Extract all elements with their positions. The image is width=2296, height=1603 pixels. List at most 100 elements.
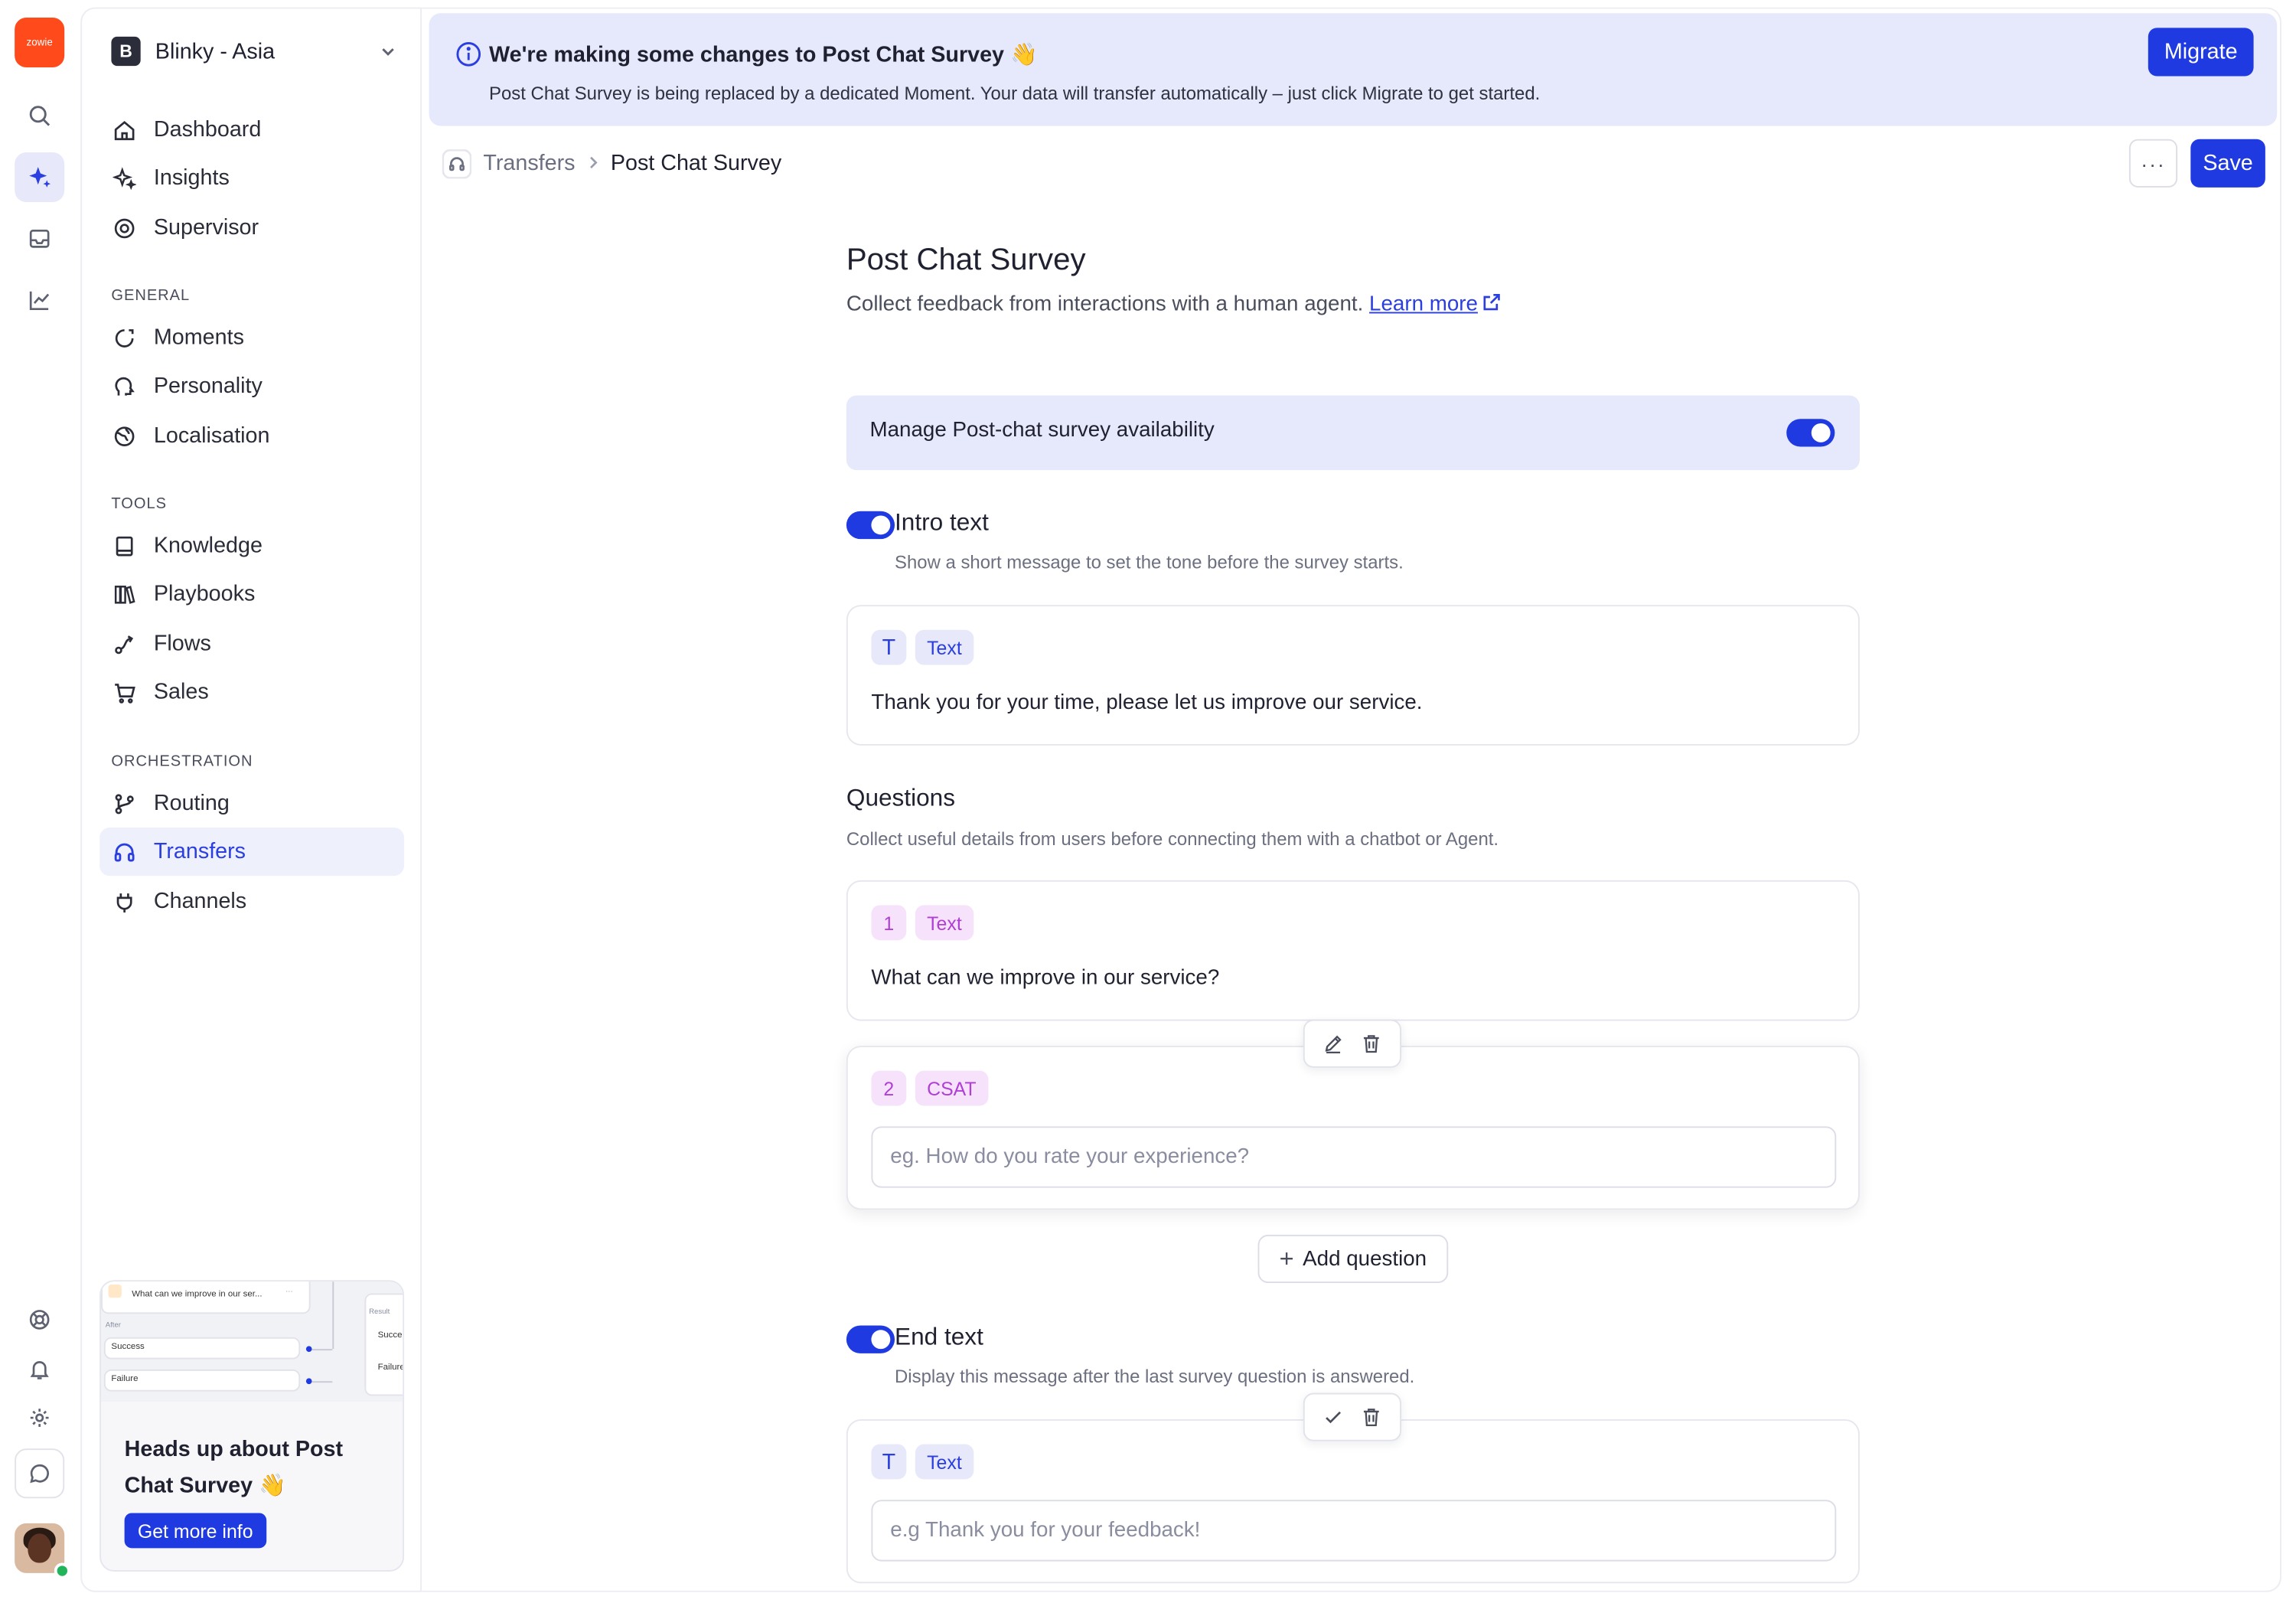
book-icon [116,535,133,556]
migration-banner: We're making some changes to Post Chat S… [429,13,2278,126]
main-panel: We're making some changes to Post Chat S… [422,7,2281,1592]
learn-more-link[interactable]: Learn more [1369,293,1478,317]
bell-icon[interactable] [15,1344,64,1394]
preview-failure: Failure [111,1375,139,1385]
promo-preview-image: What can we improve in our ser... ··· Af… [101,1281,405,1402]
chat-icon[interactable] [15,1448,65,1499]
trash-icon[interactable] [1361,1033,1383,1055]
intro-message: Thank you for your time, please let us i… [871,691,1423,715]
intro-text-card[interactable]: T Text Thank you for your time, please l… [846,605,1860,746]
sidebar-item-label: Supervisor [153,215,259,240]
check-icon[interactable] [1322,1406,1344,1428]
question-number: 2 [871,1070,907,1106]
end-text-card[interactable]: T Text e.g Thank you for your feedback! [846,1419,1860,1584]
save-button[interactable]: Save [2190,139,2265,188]
availability-toggle[interactable] [1786,419,1835,447]
sidebar-item-label: Knowledge [153,533,263,558]
text-type-icon: T [871,1444,907,1480]
question-card[interactable]: 2 CSAT eg. How do you rate your experien… [846,1046,1860,1210]
inbox-icon[interactable] [15,214,64,263]
preview-failu: Failure [377,1363,405,1373]
section-general-label: GENERAL [111,287,191,305]
section-orchestration-label: ORCHESTRATION [111,753,253,771]
pencil-icon[interactable] [1322,1033,1344,1055]
user-avatar[interactable] [15,1523,70,1579]
questions-title: Questions [846,785,956,811]
breadcrumb-parent[interactable]: Transfers [483,151,575,176]
sidebar-item-label: Routing [153,791,230,816]
info-icon [456,42,481,67]
add-question-button[interactable]: + Add question [1257,1234,1449,1284]
workspace-switcher[interactable]: B Blinky - Asia [111,34,398,69]
end-text-toolbar [1303,1392,1402,1441]
preview-success: Success [111,1343,145,1352]
preview-succe: Succe [377,1331,403,1340]
end-text-input[interactable]: e.g Thank you for your feedback! [871,1500,1837,1562]
intro-text-toggle[interactable] [846,511,895,540]
search-icon[interactable] [15,91,64,141]
workspace-name: Blinky - Asia [155,38,276,64]
sidebar-item-dashboard[interactable]: Dashboard [99,106,404,154]
question-type-tag: Text [915,905,974,941]
analytics-icon[interactable] [15,276,64,325]
trash-icon[interactable] [1361,1406,1383,1428]
sidebar-item-channels[interactable]: Channels [99,877,404,926]
migrate-button[interactable]: Migrate [2148,28,2254,77]
sidebar-item-moments[interactable]: Moments [99,313,404,361]
sidebar-item-label: Playbooks [153,581,256,607]
sidebar-item-label: Dashboard [153,117,262,142]
questions-subtitle: Collect useful details from users before… [846,828,1499,850]
availability-label: Manage Post-chat survey availability [869,419,1215,442]
headset-icon [114,842,135,861]
sidebar-item-insights[interactable]: Insights [99,154,404,202]
external-link-icon[interactable] [1482,293,1502,312]
playbooks-icon [114,585,135,603]
preview-question: What can we improve in our ser... [132,1290,263,1300]
chevron-down-icon [382,48,394,56]
workspace-initial: B [111,36,141,67]
sidebar-item-flows[interactable]: Flows [99,619,404,668]
zowie-logo[interactable]: zowie [15,17,65,68]
sidebar-item-supervisor[interactable]: Supervisor [99,204,404,252]
sidebar-item-label: Localisation [153,423,270,449]
end-text-subtitle: Display this message after the last surv… [895,1366,1415,1387]
intro-text-subtitle: Show a short message to set the tone bef… [895,552,1404,573]
sidebar-item-routing[interactable]: Routing [99,779,404,828]
intro-tag: Text [915,629,974,665]
sidebar-item-localisation[interactable]: Localisation [99,412,404,460]
sidebar-item-playbooks[interactable]: Playbooks [99,570,404,618]
plus-icon: + [1279,1244,1294,1272]
add-question-label: Add question [1303,1247,1427,1271]
page-subtitle: Collect feedback from interactions with … [846,293,1502,317]
end-text-toggle[interactable] [846,1325,895,1353]
question-card[interactable]: 1 Text What can we improve in our servic… [846,880,1860,1021]
section-tools-label: TOOLS [111,495,167,513]
sidebar: B Blinky - Asia Dashboard Insights Super… [80,7,422,1592]
help-icon[interactable] [15,1294,64,1344]
sparkles-icon[interactable] [15,152,65,203]
sidebar-item-label: Personality [153,373,263,399]
end-tag: Text [915,1444,974,1480]
sidebar-item-sales[interactable]: Sales [99,668,404,716]
more-options-button[interactable]: ··· [2128,139,2178,188]
page-title: Post Chat Survey [846,243,1086,277]
icon-rail: zowie [0,0,80,1602]
logo-text: zowie [26,37,53,48]
settings-icon[interactable] [15,1393,64,1443]
get-more-info-button[interactable]: Get more info [124,1513,266,1549]
question-input[interactable]: eg. How do you rate your experience? [871,1126,1837,1188]
preview-after-label: After [105,1321,121,1330]
sidebar-item-transfers[interactable]: Transfers [99,828,405,877]
chevron-right-icon [590,156,598,169]
breadcrumb-current: Post Chat Survey [610,151,782,176]
flows-icon [115,635,134,654]
sidebar-item-knowledge[interactable]: Knowledge [99,521,404,570]
question-type-tag: CSAT [915,1070,988,1106]
home-icon [114,120,135,140]
message-icon [108,1284,122,1298]
at-icon [114,217,135,238]
sidebar-item-personality[interactable]: Personality [99,362,404,410]
routing-icon [115,793,134,814]
end-text-title: End text [895,1324,983,1351]
sidebar-item-label: Sales [153,679,209,705]
